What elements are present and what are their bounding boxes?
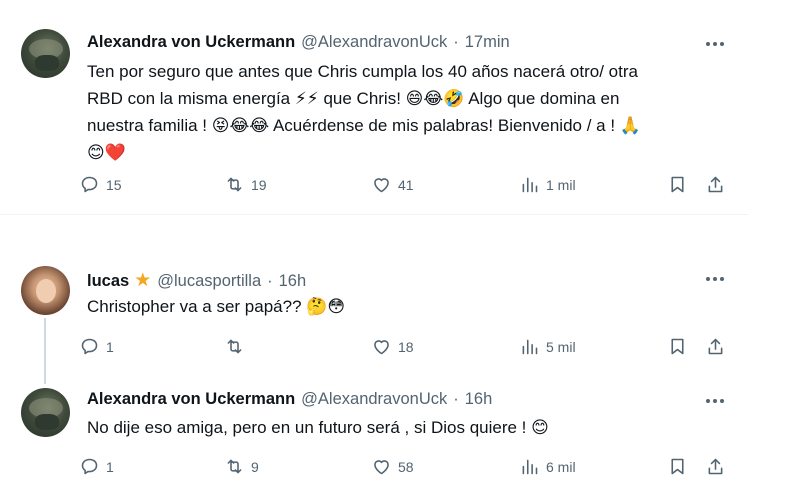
author-handle[interactable]: @AlexandravonUck <box>301 33 447 52</box>
separator-dot: · <box>453 33 459 51</box>
reply-icon <box>81 338 98 355</box>
avatar[interactable] <box>21 29 70 78</box>
more-icon[interactable] <box>706 277 724 281</box>
like-button[interactable]: 18 <box>371 336 414 357</box>
author-handle[interactable]: @lucasportilla <box>157 272 261 291</box>
share-icon <box>708 458 723 475</box>
views-icon <box>522 339 538 355</box>
tweet-text: Ten por seguro que antes que Chris cumpl… <box>87 58 641 166</box>
reply-count: 1 <box>106 458 114 475</box>
views-icon <box>522 177 538 193</box>
retweet-icon <box>227 459 242 474</box>
retweet-icon <box>227 177 242 192</box>
views-count: 6 mil <box>546 458 576 475</box>
retweet-icon <box>227 339 242 354</box>
reply-count: 1 <box>106 338 114 355</box>
bookmark-button[interactable] <box>667 336 688 357</box>
tweet-text-line: No dije eso amiga, pero en un futuro ser… <box>87 418 549 437</box>
tweet-header: Alexandra von Uckermann @AlexandravonUck… <box>87 33 510 52</box>
author-handle[interactable]: @AlexandravonUck <box>301 390 447 409</box>
retweet-button[interactable] <box>224 336 251 357</box>
tweet-text-line: Ten por seguro que antes que Chris cumpl… <box>87 62 638 81</box>
star-badge-icon: ★ <box>134 270 152 291</box>
avatar[interactable] <box>21 266 70 315</box>
separator-dot: · <box>267 272 273 290</box>
tweet[interactable]: Alexandra von Uckermann @AlexandravonUck… <box>0 0 800 215</box>
share-button[interactable] <box>705 456 726 477</box>
like-count: 18 <box>398 338 414 355</box>
bookmark-icon <box>671 338 684 355</box>
timestamp[interactable]: 17min <box>465 33 510 52</box>
tweet-text-line: nuestra familia ! 😝😂😂 Acuérdense de mis … <box>87 116 641 135</box>
tweet-text-line: Christopher va a ser papá?? 🤔😳 <box>87 297 346 316</box>
like-button[interactable]: 58 <box>371 456 414 477</box>
views-count: 5 mil <box>546 338 576 355</box>
bookmark-button[interactable] <box>667 174 688 195</box>
tweet-text-line: 😊❤️ <box>87 143 126 162</box>
views-count: 1 mil <box>546 176 576 193</box>
bookmark-icon <box>671 458 684 475</box>
like-count: 41 <box>398 176 414 193</box>
author-name[interactable]: Alexandra von Uckermann <box>87 33 295 52</box>
heart-icon <box>374 460 389 475</box>
share-icon <box>708 176 723 193</box>
retweet-button[interactable]: 9 <box>224 456 259 477</box>
views-button[interactable]: 5 mil <box>519 336 576 357</box>
retweet-count: 19 <box>251 176 267 193</box>
timestamp[interactable]: 16h <box>465 390 493 409</box>
retweet-button[interactable]: 19 <box>224 174 267 195</box>
timestamp[interactable]: 16h <box>279 272 307 291</box>
avatar[interactable] <box>21 388 70 437</box>
tweet-text: No dije eso amiga, pero en un futuro ser… <box>87 414 549 441</box>
divider <box>0 214 748 215</box>
heart-icon <box>374 178 389 193</box>
views-button[interactable]: 6 mil <box>519 456 576 477</box>
reply-icon <box>81 458 98 475</box>
action-bar: 1 9 58 6 mil <box>79 456 739 480</box>
views-button[interactable]: 1 mil <box>519 174 576 195</box>
share-button[interactable] <box>705 174 726 195</box>
tweet[interactable]: lucas ★ @lucasportilla · 16h Christopher… <box>0 250 800 380</box>
tweet[interactable]: Alexandra von Uckermann @AlexandravonUck… <box>0 380 800 502</box>
author-name[interactable]: lucas <box>87 272 129 291</box>
separator-dot: · <box>453 390 459 408</box>
heart-icon <box>374 340 389 355</box>
author-name[interactable]: Alexandra von Uckermann <box>87 390 295 409</box>
like-count: 58 <box>398 458 414 475</box>
action-bar: 1 18 5 mil <box>79 336 739 360</box>
reply-button[interactable]: 1 <box>79 456 114 477</box>
share-icon <box>708 338 723 355</box>
share-button[interactable] <box>705 336 726 357</box>
reply-count: 15 <box>106 176 122 193</box>
tweet-text-line: RBD con la misma energía ⚡⚡ que Chris! 😄… <box>87 89 620 108</box>
reply-icon <box>81 176 98 193</box>
views-icon <box>522 459 538 475</box>
like-button[interactable]: 41 <box>371 174 414 195</box>
bookmark-button[interactable] <box>667 456 688 477</box>
tweet-text: Christopher va a ser papá?? 🤔😳 <box>87 293 345 320</box>
tweet-header: Alexandra von Uckermann @AlexandravonUck… <box>87 390 492 409</box>
action-bar: 15 19 41 1 mil <box>79 174 739 198</box>
tweet-header: lucas ★ @lucasportilla · 16h <box>87 269 306 292</box>
more-icon[interactable] <box>706 42 724 46</box>
reply-button[interactable]: 15 <box>79 174 122 195</box>
retweet-count: 9 <box>251 458 259 475</box>
more-icon[interactable] <box>706 399 724 403</box>
bookmark-icon <box>671 176 684 193</box>
reply-button[interactable]: 1 <box>79 336 114 357</box>
